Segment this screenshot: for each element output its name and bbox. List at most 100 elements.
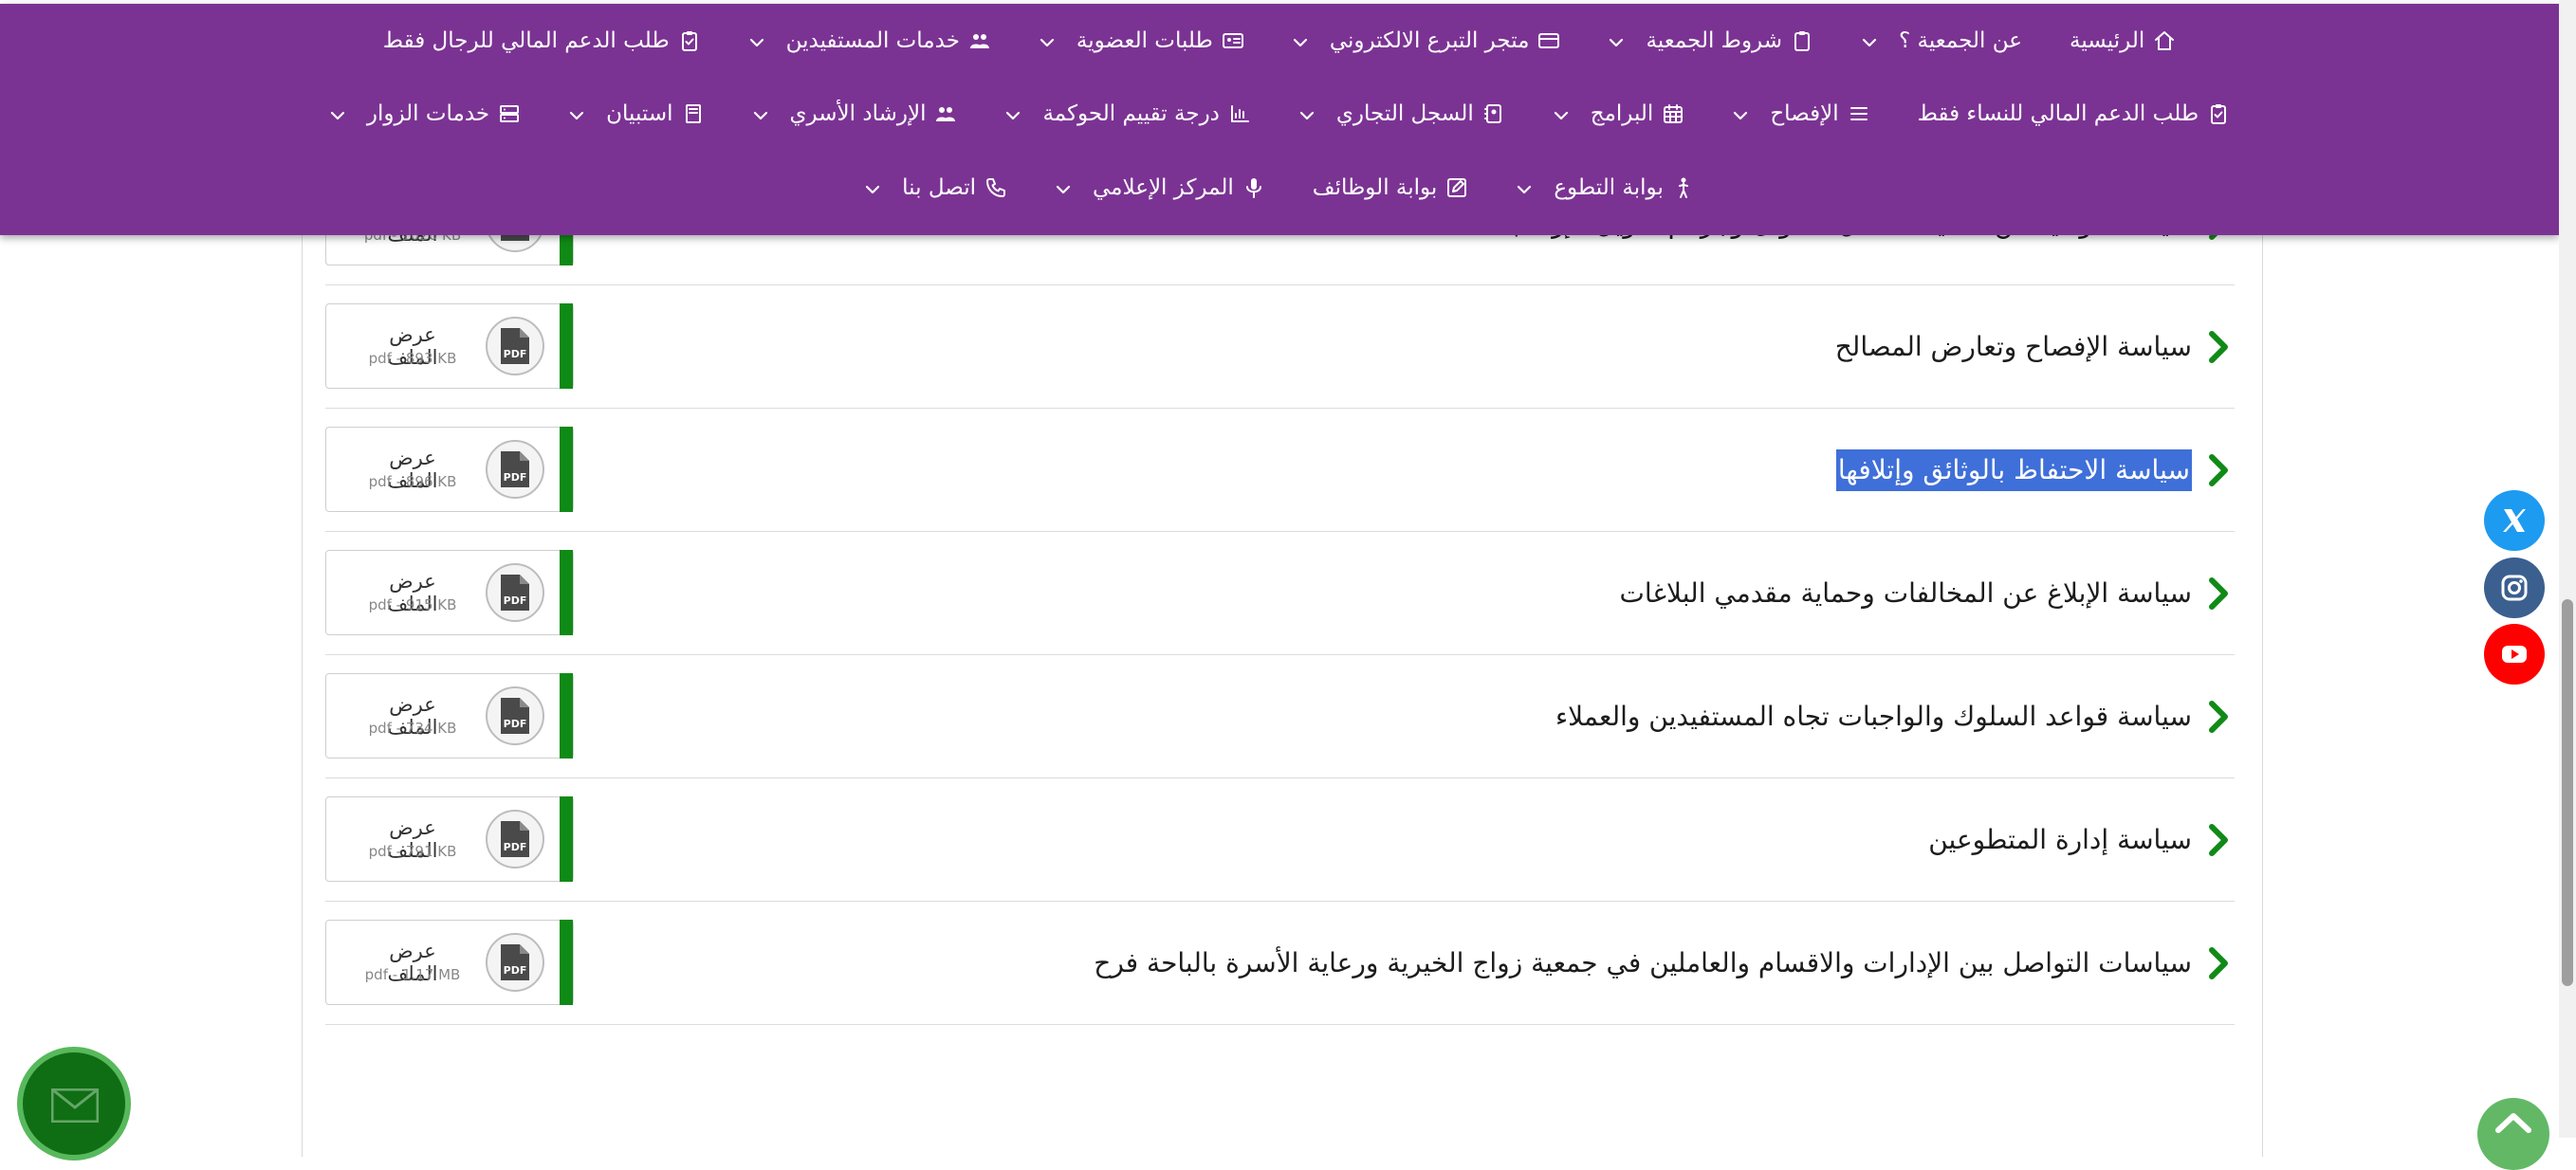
chevron-down-icon[interactable] xyxy=(1861,32,1878,49)
chart-bars-icon xyxy=(1228,102,1251,125)
nav-item[interactable]: خدمات المستفيدين xyxy=(748,28,991,53)
scroll-to-top-button[interactable] xyxy=(2477,1098,2549,1170)
chevron-down-icon[interactable] xyxy=(1292,32,1309,49)
nav-item[interactable]: بوابة الوظائف xyxy=(1313,175,1469,200)
nav-row-1: الرئيسية عن الجمعية ؟ شروط الجمعية متجر الت… xyxy=(0,28,2559,53)
chevron-down-icon[interactable] xyxy=(748,32,765,49)
document-row[interactable]: سياسة الاحتفاظ بالوثائق وإتلافها PDF عرض… xyxy=(325,408,2235,532)
document-title[interactable]: سياسة قواعد السلوك والواجبات تجاه المستف… xyxy=(1555,655,2192,778)
nav-item[interactable]: شروط الجمعية xyxy=(1608,28,1813,53)
nav-item[interactable]: السجل التجاري xyxy=(1298,101,1505,126)
pdf-file-icon: PDF xyxy=(486,810,544,868)
nav-item-label: طلب الدعم المالي للنساء فقط xyxy=(1917,101,2199,126)
calendar-icon xyxy=(1662,102,1684,125)
view-file-button[interactable]: PDF عرض الملف pdf - 734 KB xyxy=(325,673,574,759)
nav-item[interactable]: طلبات العضوية xyxy=(1039,28,1244,53)
pdf-badge-text: PDF xyxy=(504,348,527,360)
chevron-down-icon[interactable] xyxy=(1553,105,1570,122)
nav-item[interactable]: بوابة التطوع xyxy=(1516,175,1695,200)
nav-item[interactable]: الرئيسية xyxy=(2070,28,2176,53)
clipboard-check-icon xyxy=(678,29,701,52)
nav-item[interactable]: البرامج xyxy=(1553,101,1685,126)
document-row[interactable]: سياسة الإفصاح وتعارض المصالح PDF عرض الم… xyxy=(325,284,2235,409)
chevron-down-icon[interactable] xyxy=(752,105,769,122)
pdf-file-icon: PDF xyxy=(486,933,544,992)
x-icon xyxy=(2503,509,2526,532)
nav-item-label: عن الجمعية ؟ xyxy=(1899,28,2022,53)
view-file-button[interactable]: PDF عرض الملف pdf - 915 KB xyxy=(325,550,574,635)
file-meta: pdf - 915 KB xyxy=(368,596,457,613)
nav-item-label: السجل التجاري xyxy=(1335,101,1474,126)
document-row[interactable]: سياسة قواعد السلوك والواجبات تجاه المستف… xyxy=(325,654,2235,778)
chevron-up-icon xyxy=(2495,1113,2531,1133)
users-icon xyxy=(968,29,991,52)
document-title[interactable]: سياسة الإفصاح وتعارض المصالح xyxy=(1835,285,2192,409)
accent-bar xyxy=(560,303,573,389)
chevron-down-icon[interactable] xyxy=(1298,105,1316,122)
nav-item-label: استبيان xyxy=(606,101,673,126)
person-icon xyxy=(1672,176,1695,199)
chevron-down-icon[interactable] xyxy=(864,179,881,196)
pdf-file-icon: PDF xyxy=(486,317,544,375)
file-meta: pdf - 1.17 MB xyxy=(364,966,461,983)
clipboard-check-icon xyxy=(2207,102,2230,125)
chevron-down-icon[interactable] xyxy=(1608,32,1625,49)
chevron-down-icon[interactable] xyxy=(1516,179,1533,196)
accent-bar xyxy=(560,550,573,635)
chevron-down-icon[interactable] xyxy=(1055,179,1072,196)
server-icon xyxy=(498,102,521,125)
page-scrollbar[interactable] xyxy=(2559,0,2576,1138)
accent-bar xyxy=(560,673,573,759)
chevron-down-icon[interactable] xyxy=(1732,105,1749,122)
view-file-button[interactable]: PDF عرض الملف pdf - 791 KB xyxy=(325,796,574,882)
nav-item-label: الرئيسية xyxy=(2070,28,2145,53)
chevron-down-icon[interactable] xyxy=(568,105,585,122)
document-title[interactable]: سياسة إدارة المتطوعين xyxy=(1928,778,2192,902)
document-row[interactable]: سياسات التواصل بين الإدارات والاقسام وال… xyxy=(325,901,2235,1025)
nav-item[interactable]: متجر التبرع الالكتروني xyxy=(1292,28,1561,53)
nav-item[interactable]: درجة تقييم الحوكمة xyxy=(1004,101,1250,126)
edit-icon xyxy=(1445,176,1468,199)
nav-item[interactable]: طلب الدعم المالي للنساء فقط xyxy=(1918,101,2231,126)
document-title[interactable]: سياسة الاحتفاظ بالوثائق وإتلافها xyxy=(1835,449,2192,491)
book-icon xyxy=(682,102,705,125)
nav-row-3: بوابة التطوع بوابة الوظائف المركز الإعلامي… xyxy=(0,175,2559,200)
nav-item-label: الإفصاح xyxy=(1770,101,1839,126)
chevron-right-icon xyxy=(2209,947,2228,979)
nav-item-label: البرامج xyxy=(1590,101,1654,126)
nav-item[interactable]: استبيان xyxy=(568,101,704,126)
scrollbar-thumb[interactable] xyxy=(2562,599,2573,986)
chevron-right-icon xyxy=(2209,454,2228,486)
document-title[interactable]: سياسة الإبلاغ عن المخالفات وحماية مقدمي … xyxy=(1619,532,2192,655)
nav-item[interactable]: الإفصاح xyxy=(1732,101,1869,126)
nav-item-label: خدمات المستفيدين xyxy=(785,28,960,53)
document-row[interactable]: سياسة الإبلاغ عن المخالفات وحماية مقدمي … xyxy=(325,531,2235,655)
chevron-down-icon[interactable] xyxy=(1039,32,1056,49)
credit-card-icon xyxy=(1537,29,1560,52)
nav-item[interactable]: خدمات الزوار xyxy=(329,101,521,126)
nav-item[interactable]: طلب الدعم المالي للرجال فقط xyxy=(383,28,701,53)
pdf-file-icon: PDF xyxy=(486,440,544,499)
chevron-right-icon xyxy=(2209,577,2228,610)
floating-contact-button[interactable] xyxy=(17,1047,131,1161)
chevron-down-icon[interactable] xyxy=(1004,105,1021,122)
view-file-button[interactable]: PDF عرض الملف pdf - 896 KB xyxy=(325,427,574,512)
x-social-button[interactable] xyxy=(2484,490,2545,551)
document-row[interactable]: سياسة إدارة المتطوعين PDF عرض الملف pdf … xyxy=(325,777,2235,902)
nav-item[interactable]: اتصل بنا xyxy=(864,175,1007,200)
instagram-social-button[interactable] xyxy=(2484,558,2545,618)
file-meta: pdf - 893 KB xyxy=(368,350,457,367)
list-icon xyxy=(1848,102,1870,125)
view-file-button[interactable]: PDF عرض الملف pdf - 1.17 MB xyxy=(325,920,574,1005)
youtube-social-button[interactable] xyxy=(2484,624,2545,685)
chevron-right-icon xyxy=(2209,331,2228,363)
nav-item[interactable]: عن الجمعية ؟ xyxy=(1861,28,2022,53)
nav-item[interactable]: المركز الإعلامي xyxy=(1055,175,1265,200)
view-file-button[interactable]: PDF عرض الملف pdf - 893 KB xyxy=(325,303,574,389)
address-book-icon xyxy=(1482,102,1505,125)
chevron-down-icon[interactable] xyxy=(329,105,346,122)
nav-item[interactable]: الإرشاد الأسري xyxy=(752,101,958,126)
document-title[interactable]: سياسات التواصل بين الإدارات والاقسام وال… xyxy=(1094,902,2192,1025)
nav-row-2: طلب الدعم المالي للنساء فقط الإفصاح البرام… xyxy=(0,101,2559,126)
nav-item-label: شروط الجمعية xyxy=(1646,28,1783,53)
